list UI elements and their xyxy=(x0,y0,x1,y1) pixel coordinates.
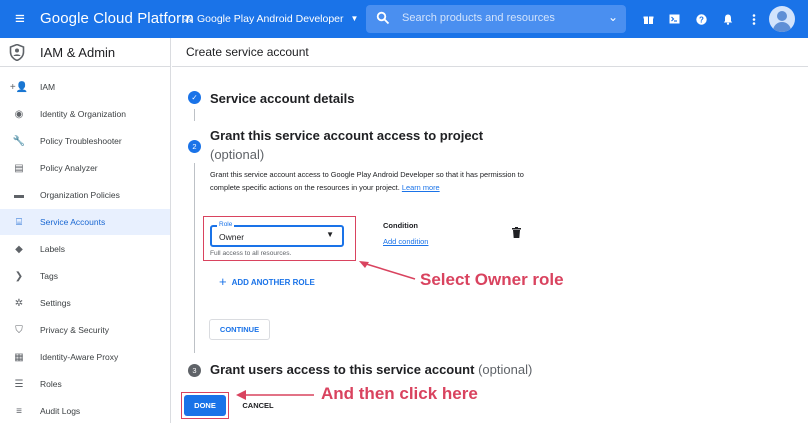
wrench-icon: 🔧 xyxy=(12,135,26,147)
sidebar-item-label: Audit Logs xyxy=(40,406,81,416)
sidebar-item-label: Tags xyxy=(40,271,58,281)
role-hint: Full access to all resources. xyxy=(210,250,292,257)
service-account-icon: ⌸ xyxy=(16,216,22,228)
search-icon xyxy=(376,11,390,25)
step2-title: Grant this service account access to pro… xyxy=(210,128,484,143)
sidebar-header: IAM & Admin xyxy=(0,38,171,67)
sidebar-item-identity-organization[interactable]: ◉ Identity & Organization xyxy=(0,101,170,127)
shield-icon: ⛉ xyxy=(15,324,23,336)
step2-optional: (optional) xyxy=(210,147,265,162)
delete-icon[interactable] xyxy=(512,227,521,238)
sidebar-item-settings[interactable]: ✲ Settings xyxy=(0,290,170,316)
sidebar-item-label: Roles xyxy=(40,379,62,389)
project-selector[interactable]: ⁂ Google Play Android Developer ▼ xyxy=(184,12,358,26)
role-value: Owner xyxy=(219,232,245,242)
sidebar-item-service-accounts[interactable]: ⌸ Service Accounts xyxy=(0,209,170,235)
sidebar-item-label: Settings xyxy=(40,298,71,308)
sidebar-item-tags[interactable]: ❯ Tags xyxy=(0,263,170,289)
step3-optional: (optional) xyxy=(478,362,533,377)
sidebar-item-label: Labels xyxy=(40,244,66,254)
avatar-body xyxy=(773,22,791,32)
list-box-icon: ▬ xyxy=(14,189,24,201)
sidebar-item-label: Service Accounts xyxy=(40,217,106,227)
sidebar-title: IAM & Admin xyxy=(40,45,116,60)
top-app-bar: ≡ Google Cloud Platform ⁂ Google Play An… xyxy=(0,0,808,38)
sidebar-item-policy-troubleshooter[interactable]: 🔧 Policy Troubleshooter xyxy=(0,128,170,154)
proxy-grid-icon: ▦ xyxy=(14,351,24,363)
step3-title-row[interactable]: Grant users access to this service accou… xyxy=(210,362,532,377)
lines-icon: ≡ xyxy=(16,405,22,417)
help-icon[interactable]: ? xyxy=(693,11,709,27)
notifications-icon[interactable] xyxy=(720,11,736,27)
step2-description: Grant this service account access to Goo… xyxy=(210,169,530,194)
step1-check-icon: ✓ xyxy=(188,91,201,104)
description-text: Grant this service account access to Goo… xyxy=(210,170,524,192)
annotation-arrow-done xyxy=(236,390,314,400)
sidebar-item-iam[interactable]: +👤 IAM xyxy=(0,74,170,100)
sidebar-item-labels[interactable]: ◆ Labels xyxy=(0,236,170,262)
cloud-shell-icon[interactable] xyxy=(666,11,682,27)
chevron-down-icon: ▼ xyxy=(350,14,359,23)
step3-number: 3 xyxy=(188,364,201,377)
account-circle-icon: ◉ xyxy=(14,108,24,120)
page-header: Create service account xyxy=(172,38,808,67)
annotation-select-owner: Select Owner role xyxy=(420,270,564,289)
sidebar-item-organization-policies[interactable]: ▬ Organization Policies xyxy=(0,182,170,208)
step2-number: 2 xyxy=(188,140,201,153)
search-bar[interactable]: Search products and resources ⌄ xyxy=(366,5,626,33)
annotation-click-here: And then click here xyxy=(321,384,478,403)
sidebar-item-label: Policy Analyzer xyxy=(40,163,98,173)
sidebar: IAM & Admin +👤 IAM ◉ Identity & Organizatio… xyxy=(0,38,171,423)
page-title: Create service account xyxy=(186,45,309,59)
sidebar-item-policy-analyzer[interactable]: ▤ Policy Analyzer xyxy=(0,155,170,181)
role-select[interactable]: Role Owner ▼ xyxy=(210,221,344,247)
person-add-icon: +👤 xyxy=(9,81,29,93)
project-name: Google Play Android Developer xyxy=(197,13,344,25)
roles-stack-icon: ☰ xyxy=(14,378,24,390)
sidebar-item-identity-aware-proxy[interactable]: ▦ Identity-Aware Proxy xyxy=(0,344,170,370)
dropdown-arrow-icon: ▼ xyxy=(326,230,334,239)
condition-label: Condition xyxy=(383,221,418,230)
hamburger-menu-icon[interactable]: ≡ xyxy=(11,10,29,28)
sidebar-item-audit-logs[interactable]: ≡ Audit Logs xyxy=(0,398,170,423)
step-connector xyxy=(194,163,195,353)
sidebar-item-roles[interactable]: ☰ Roles xyxy=(0,371,170,397)
sidebar-item-label: IAM xyxy=(40,82,56,92)
add-another-role-button[interactable]: + ADD ANOTHER ROLE xyxy=(219,274,315,289)
document-search-icon: ▤ xyxy=(14,162,24,174)
search-input[interactable]: Search products and resources xyxy=(402,12,555,24)
shield-person-icon xyxy=(9,44,25,61)
search-expand-icon[interactable]: ⌄ xyxy=(608,10,618,24)
continue-button[interactable]: CONTINUE xyxy=(209,319,270,340)
tag-icon: ◆ xyxy=(15,243,23,255)
sidebar-item-label: Privacy & Security xyxy=(40,325,109,335)
done-button[interactable]: DONE xyxy=(184,395,226,416)
avatar-head xyxy=(777,11,787,21)
sidebar-item-label: Organization Policies xyxy=(40,190,120,200)
sidebar-item-label: Identity-Aware Proxy xyxy=(40,352,119,362)
annotation-arrow-role xyxy=(359,261,416,280)
project-dots-icon: ⁂ xyxy=(184,14,193,24)
more-vert-icon[interactable] xyxy=(746,11,762,27)
step1-title[interactable]: Service account details xyxy=(210,91,355,106)
learn-more-link[interactable]: Learn more xyxy=(402,183,440,192)
role-field-label: Role xyxy=(217,221,235,229)
step3-title: Grant users access to this service accou… xyxy=(210,362,475,377)
sidebar-item-privacy-security[interactable]: ⛉ Privacy & Security xyxy=(0,317,170,343)
sidebar-item-label: Policy Troubleshooter xyxy=(40,136,122,146)
sidebar-item-label: Identity & Organization xyxy=(40,109,126,119)
step-connector xyxy=(194,109,195,121)
gift-icon[interactable] xyxy=(640,11,656,27)
add-another-role-label: ADD ANOTHER ROLE xyxy=(231,277,315,287)
chevron-tag-icon: ❯ xyxy=(14,270,24,282)
gear-icon: ✲ xyxy=(14,297,24,309)
app-title[interactable]: Google Cloud Platform xyxy=(40,10,194,28)
plus-icon: + xyxy=(219,274,227,289)
svg-text:?: ? xyxy=(699,15,704,24)
account-avatar[interactable] xyxy=(769,6,795,32)
add-condition-link[interactable]: Add condition xyxy=(383,237,428,246)
